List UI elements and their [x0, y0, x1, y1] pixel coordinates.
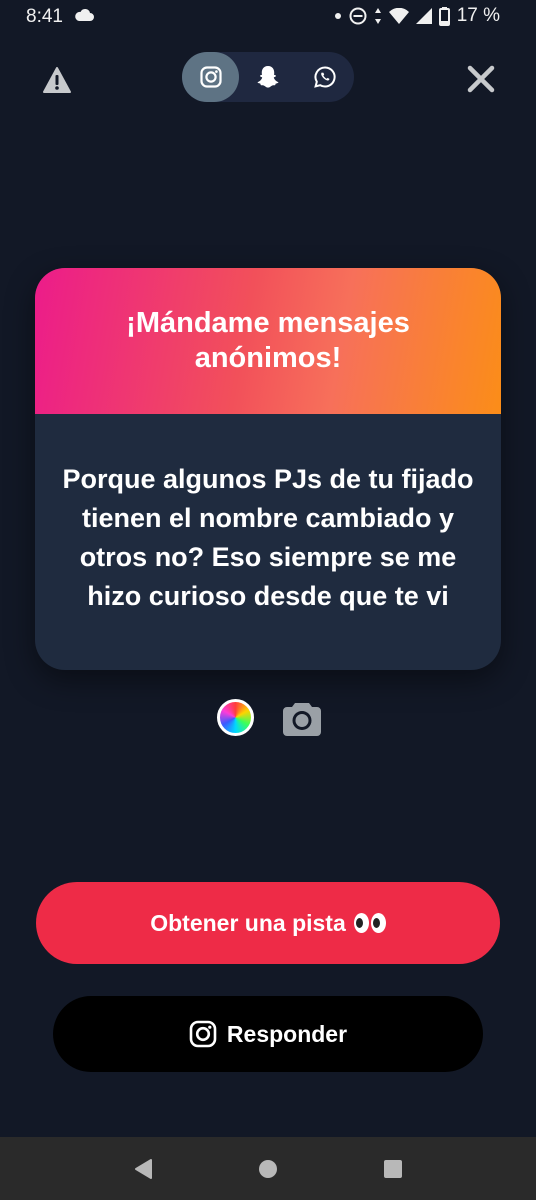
snapchat-icon: [257, 66, 279, 88]
card-title: ¡Mándame mensajes anónimos!: [126, 307, 410, 374]
close-icon: [467, 65, 495, 93]
close-button[interactable]: [464, 62, 498, 96]
nav-home-button[interactable]: [248, 1149, 288, 1189]
recents-icon: [384, 1159, 403, 1178]
do-not-disturb-icon: [349, 7, 367, 25]
report-button[interactable]: [42, 66, 72, 94]
card-message: Porque algunos PJs de tu fijado tienen e…: [62, 464, 474, 611]
status-time: 8:41: [26, 6, 63, 27]
battery-percent: 17 %: [456, 5, 500, 26]
camera-icon: [283, 703, 321, 736]
back-icon: [134, 1158, 152, 1179]
tab-instagram[interactable]: [182, 52, 240, 102]
home-icon: [258, 1159, 277, 1178]
instagram-icon: [200, 66, 222, 88]
eyes-icon: [353, 913, 386, 933]
message-card: ¡Mándame mensajes anónimos! Porque algun…: [35, 268, 501, 670]
status-icons: 17 %: [334, 5, 500, 27]
signal-icon: [415, 8, 432, 24]
reply-button[interactable]: Responder: [53, 996, 483, 1072]
reply-button-label: Responder: [226, 1020, 348, 1047]
system-nav-bar: [0, 1137, 536, 1200]
nav-back-button[interactable]: [123, 1149, 163, 1189]
get-hint-button[interactable]: Obtener una pista: [36, 882, 500, 964]
nav-recents-button[interactable]: [373, 1149, 413, 1189]
instagram-icon: [189, 1020, 217, 1048]
card-body: Porque algunos PJs de tu fijado tienen e…: [35, 414, 501, 670]
wifi-icon: [388, 8, 409, 24]
status-bar: 8:41 17 %: [0, 0, 536, 34]
screen: 8:41 17 % ¡Mándame mensajes anónimos! Po…: [0, 0, 536, 1200]
cloud-icon: [74, 8, 94, 27]
tab-whatsapp[interactable]: [297, 52, 354, 102]
tab-snapchat[interactable]: [239, 52, 296, 102]
data-arrows-icon: [374, 8, 381, 24]
dot-icon: [334, 13, 341, 19]
card-header: ¡Mándame mensajes anónimos!: [35, 268, 501, 414]
hint-button-label: Obtener una pista: [150, 909, 346, 936]
battery-icon: [438, 6, 450, 26]
color-picker-button[interactable]: [217, 699, 254, 736]
camera-button[interactable]: [282, 699, 322, 737]
warning-icon: [43, 67, 71, 93]
whatsapp-icon: [314, 66, 336, 88]
share-platform-switch: [182, 52, 354, 102]
